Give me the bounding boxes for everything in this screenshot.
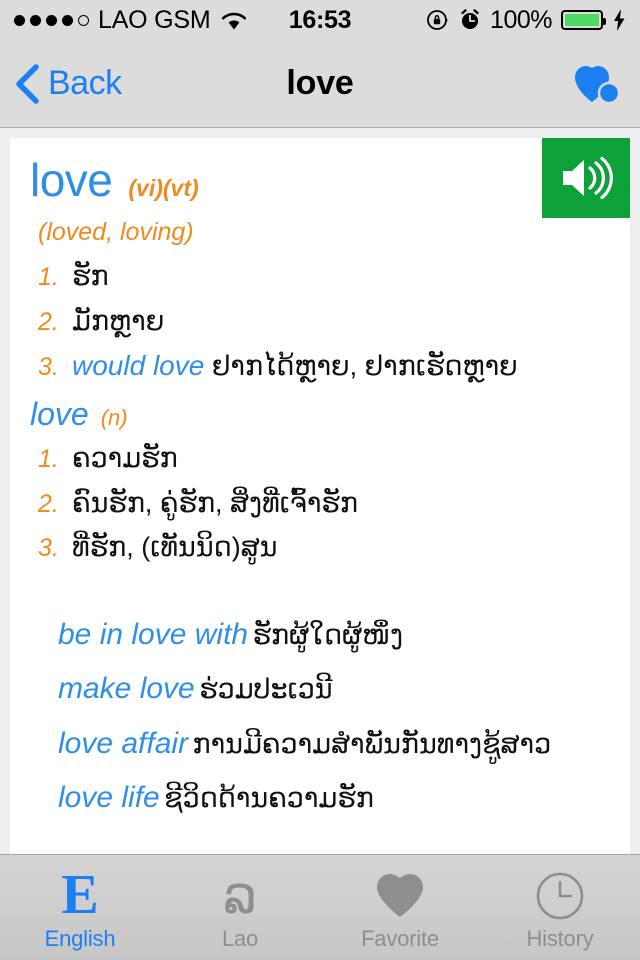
phrase-english: love affair <box>58 726 189 760</box>
signal-dot <box>30 14 41 26</box>
clock-glyph <box>536 872 584 919</box>
phrase-english: be in love with <box>58 617 249 651</box>
phrase-lao: ຊີວິດດ້ານຄວາມຮັກ <box>164 783 374 814</box>
entry-body: love (vi)(vt) (loved, loving) 1. ຮັກ 2. … <box>10 138 630 819</box>
noun-sense-list: 1. ຄວາມຮັກ 2. ຄົນຮັກ, ຄູ່ຮັກ, ສິ່ງທີ່ເຈົ… <box>30 439 610 567</box>
app-screen: LAO GSM 16:53 100% Back love love (vi)(v… <box>0 0 640 960</box>
tab-label: Lao <box>221 925 259 951</box>
list-item: 1. ຮັກ <box>38 257 610 296</box>
letter-e-icon: E <box>61 863 99 926</box>
noun-part-of-speech: (n) <box>100 405 128 431</box>
dictionary-entry-card: love (vi)(vt) (loved, loving) 1. ຮັກ 2. … <box>10 138 630 854</box>
phrase-english: make love <box>58 672 195 706</box>
status-bar: LAO GSM 16:53 100% <box>0 0 640 40</box>
sense-definition: ຮັກ <box>72 261 109 292</box>
sense-number: 1. <box>38 263 59 292</box>
clock-icon <box>535 870 585 922</box>
list-item: make love ຮ່ວມປະເວນີ <box>58 669 610 710</box>
tab-label: Favorite <box>361 925 439 951</box>
heart-plus-icon <box>575 65 621 104</box>
sense-definition: ມັກຫຼາຍ <box>72 305 165 336</box>
status-bar-right: 100% <box>426 6 626 35</box>
add-to-favorites-button[interactable] <box>572 62 640 106</box>
list-item: love affair ການມີຄວາມສຳພັນກັນທາງຊູ້ສາວ <box>58 724 610 765</box>
signal-dot <box>14 14 25 26</box>
tab-label: History <box>526 925 594 951</box>
phrase-list: be in love with ຮັກຜູ້ໃດຜູ້ໜຶ່ງ make lov… <box>30 615 610 819</box>
heart-glyph <box>377 873 423 917</box>
carrier-name: LAO GSM <box>98 5 211 34</box>
status-bar-left: LAO GSM <box>14 5 248 34</box>
list-item: love life ຊີວິດດ້ານຄວາມຮັກ <box>58 778 610 819</box>
tab-favorite[interactable]: Favorite <box>320 855 480 960</box>
signal-dot <box>46 14 57 26</box>
tab-lao[interactable]: ລ Lao <box>160 855 320 960</box>
sense-lao-text: ຢາກໄດ້ຫຼາຍ, ຢາກເຮັດຫຼາຍ <box>211 351 518 382</box>
phrase-english: love life <box>58 781 160 815</box>
list-item: 3. would love ຢາກໄດ້ຫຼາຍ, ຢາກເຮັດຫຼາຍ <box>38 346 610 386</box>
signal-strength-icon <box>14 14 89 26</box>
signal-dot-empty <box>78 14 89 26</box>
headword: love <box>30 154 113 206</box>
phrase-lao: ຮັກຜູ້ໃດຜູ້ໜຶ່ງ <box>252 619 404 650</box>
sense-definition: ທີ່ຮັກ, (ເທັນນິດ)ສູນ <box>72 532 278 563</box>
signal-dot <box>62 14 73 26</box>
phrase-lao: ການມີຄວາມສຳພັນກັນທາງຊູ້ສາວ <box>192 728 552 759</box>
inflected-forms: (loved, loving) <box>38 218 194 247</box>
list-item: be in love with ຮັກຜູ້ໃດຜູ້ໜຶ່ງ <box>58 615 610 656</box>
sense-definition: ຄົນຮັກ, ຄູ່ຮັກ, ສິ່ງທີ່ເຈົ້າຮັກ <box>72 487 358 518</box>
part-of-speech: (vi)(vt) <box>128 175 199 201</box>
battery-icon <box>561 10 606 30</box>
sense-number: 2. <box>38 307 59 336</box>
sense-number: 3. <box>38 534 59 563</box>
speaker-volume-icon <box>563 156 613 200</box>
tab-english[interactable]: E English <box>0 855 160 960</box>
lao-letter-glyph: ລ <box>223 866 257 925</box>
noun-headword: love <box>30 396 89 433</box>
list-item: 3. ທີ່ຮັກ, (ເທັນນິດ)ສູນ <box>38 528 610 567</box>
sense-number: 2. <box>38 489 59 518</box>
letter-e-glyph: E <box>61 863 99 926</box>
battery-percentage: 100% <box>490 5 552 34</box>
tab-bar: E English ລ Lao Favorite History <box>0 854 640 960</box>
verb-sense-list: 1. ຮັກ 2. ມັກຫຼາຍ 3. would love ຢາກໄດ້ຫຼ… <box>30 257 610 386</box>
wifi-icon <box>221 12 246 29</box>
headword-row: love (vi)(vt) <box>30 154 610 206</box>
battery-fill <box>565 14 599 26</box>
back-button-label: Back <box>48 64 122 102</box>
rotation-lock-icon <box>427 10 449 30</box>
heart-icon <box>374 870 426 922</box>
sense-number: 1. <box>38 445 59 474</box>
tab-history[interactable]: History <box>480 855 640 960</box>
sense-definition: would love ຢາກໄດ້ຫຼາຍ, ຢາກເຮັດຫຼາຍ <box>72 346 518 386</box>
alarm-clock-icon <box>461 9 479 29</box>
list-item: 2. ຄົນຮັກ, ຄູ່ຮັກ, ສິ່ງທີ່ເຈົ້າຮັກ <box>38 484 610 523</box>
tab-label: English <box>44 925 116 951</box>
sense-english-phrase: would love <box>72 350 205 382</box>
sense-number: 3. <box>38 353 59 382</box>
sense-definition: ຄວາມຮັກ <box>72 443 178 474</box>
list-item: 2. ມັກຫຼາຍ <box>38 302 610 341</box>
chevron-left-icon <box>16 63 39 104</box>
lao-letter-icon: ລ <box>223 870 257 922</box>
content-area: love (vi)(vt) (loved, loving) 1. ຮັກ 2. … <box>0 128 640 854</box>
noun-sense-header: love (n) <box>30 396 610 433</box>
list-item: 1. ຄວາມຮັກ <box>38 439 610 478</box>
phrase-lao: ຮ່ວມປະເວນີ <box>199 674 333 705</box>
lightning-bolt-icon <box>614 9 625 31</box>
back-button[interactable]: Back <box>0 63 122 105</box>
pronounce-audio-button[interactable] <box>542 138 630 218</box>
navigation-bar: Back love <box>0 40 640 128</box>
